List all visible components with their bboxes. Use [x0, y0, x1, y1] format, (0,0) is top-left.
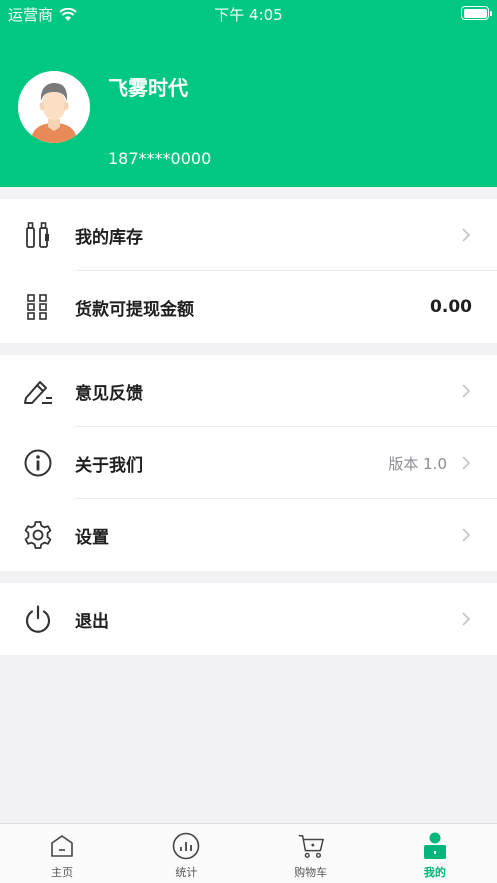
tab-stats[interactable]: 统计: [124, 824, 248, 883]
menu-item-about[interactable]: 关于我们 版本 1.0: [0, 427, 497, 499]
profile-name: 飞雾时代: [108, 76, 188, 100]
menu-item-logout[interactable]: 退出: [0, 583, 497, 655]
battery-icon: [461, 6, 492, 20]
menu-group-finance: 我的库存 货款可提现金额 0.00: [0, 199, 497, 343]
tab-bar: 主页 统计 购物车 我的: [0, 823, 497, 883]
tab-mine[interactable]: 我的: [373, 824, 497, 883]
tab-label-mine: 我的: [423, 866, 446, 879]
tab-label-cart: 购物车: [294, 866, 328, 879]
withdrawable-amount: 0.00: [430, 297, 472, 317]
chevron-right-icon: [462, 528, 471, 542]
stats-icon: [172, 832, 200, 860]
chevron-right-icon: [462, 228, 471, 242]
inventory-icon: [22, 219, 54, 251]
chevron-right-icon: [462, 456, 471, 470]
chevron-right-icon: [462, 612, 471, 626]
status-bar: 运营商 下午 4:05: [0, 0, 497, 26]
tab-cart[interactable]: 购物车: [249, 824, 373, 883]
menu-item-inventory[interactable]: 我的库存: [0, 199, 497, 271]
cart-icon: [297, 832, 325, 860]
power-icon: [22, 603, 54, 635]
edit-icon: [22, 375, 54, 407]
status-time: 下午 4:05: [214, 6, 283, 24]
user-icon: [421, 832, 449, 860]
avatar[interactable]: [18, 71, 90, 143]
menu-label-about: 关于我们: [75, 455, 143, 476]
menu-group-account: 退出: [0, 583, 497, 655]
home-icon: [48, 832, 76, 860]
menu-label-logout: 退出: [75, 611, 109, 632]
grid-icon: [22, 291, 54, 323]
chevron-right-icon: [462, 384, 471, 398]
menu-label-inventory: 我的库存: [75, 227, 143, 248]
tab-home[interactable]: 主页: [0, 824, 124, 883]
menu-item-feedback[interactable]: 意见反馈: [0, 355, 497, 427]
info-icon: [22, 447, 54, 479]
tab-label-home: 主页: [51, 866, 74, 879]
menu-item-withdrawable[interactable]: 货款可提现金额 0.00: [0, 271, 497, 343]
menu-label-settings: 设置: [75, 527, 109, 548]
menu-label-withdrawable: 货款可提现金额: [75, 299, 194, 320]
avatar-illustration: [18, 71, 90, 143]
menu-label-feedback: 意见反馈: [75, 383, 143, 404]
menu-item-settings[interactable]: 设置: [0, 499, 497, 571]
profile-phone: 187****0000: [108, 149, 212, 168]
gear-icon: [22, 519, 54, 551]
menu-group-info: 意见反馈 关于我们 版本 1.0 设置: [0, 355, 497, 571]
profile-header: 运营商 下午 4:05 飞雾时代 187****0000: [0, 0, 497, 187]
tab-label-stats: 统计: [175, 866, 198, 879]
app-version: 版本 1.0: [388, 454, 447, 473]
